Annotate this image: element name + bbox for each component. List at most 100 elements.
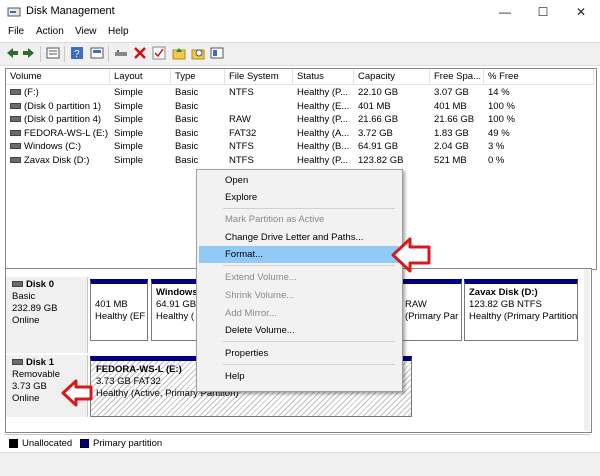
window-title: Disk Management xyxy=(26,5,115,17)
partition-disk0-4[interactable]: Zavax Disk (D:) 123.82 GB NTFS Healthy (… xyxy=(464,279,578,341)
cell-free-space: 401 MB xyxy=(434,100,467,112)
table-row[interactable]: Windows (C:) Simple Basic NTFS Healthy (… xyxy=(6,140,594,154)
table-row[interactable]: (Disk 0 partition 1) Simple Basic Health… xyxy=(6,100,594,114)
cell-layout: Simple xyxy=(114,114,144,125)
status-bar xyxy=(0,452,600,476)
list-view-icon[interactable] xyxy=(46,46,60,60)
menu-bar: File Action View Help xyxy=(0,24,600,42)
menu-item-format[interactable]: Format... xyxy=(199,246,399,263)
column-header-file-system[interactable]: File System xyxy=(225,69,293,85)
title-bar: Disk Management — ☐ ✕ xyxy=(0,0,600,24)
cell-file-system: NTFS xyxy=(229,154,254,166)
menu-item-explore[interactable]: Explore xyxy=(199,189,399,206)
menu-item-shrink-volume[interactable]: Shrink Volume... xyxy=(199,287,399,304)
check-icon[interactable] xyxy=(152,46,166,60)
vertical-scrollbar[interactable] xyxy=(584,269,590,431)
table-row[interactable]: (Disk 0 partition 4) Simple Basic RAW He… xyxy=(6,113,594,127)
menu-separator xyxy=(223,208,395,209)
table-row[interactable]: Zavax Disk (D:) Simple Basic NTFS Health… xyxy=(6,154,594,168)
column-header-volume[interactable]: Volume xyxy=(6,69,110,85)
minimize-button[interactable]: — xyxy=(486,0,524,24)
disk-status: Online xyxy=(12,315,40,326)
legend: Unallocated Primary partition xyxy=(5,434,590,451)
cell-file-system: FAT32 xyxy=(229,127,257,139)
volume-drive-icon xyxy=(10,156,21,163)
partition-disk0-3[interactable]: RAW (Primary Par xyxy=(400,279,462,341)
menu-separator xyxy=(223,341,395,342)
partition-size: 123.82 GB NTFS xyxy=(469,299,542,310)
toolbar: ? xyxy=(0,42,600,66)
menu-item-mark-active[interactable]: Mark Partition as Active xyxy=(199,211,399,228)
menu-item-add-mirror[interactable]: Add Mirror... xyxy=(199,305,399,322)
menu-item-properties[interactable]: Properties xyxy=(199,345,399,362)
close-button[interactable]: ✕ xyxy=(562,0,600,24)
annotation-arrow-disk1-icon xyxy=(61,379,93,407)
cell-volume: Windows (C:) xyxy=(24,141,82,152)
table-row[interactable]: FEDORA-WS-L (E:) Simple Basic FAT32 Heal… xyxy=(6,127,594,141)
volume-drive-icon xyxy=(10,116,21,123)
menu-item-delete-volume[interactable]: Delete Volume... xyxy=(199,322,399,339)
partition-name xyxy=(405,287,457,299)
menu-item-help[interactable]: Help xyxy=(199,368,399,385)
column-header-layout[interactable]: Layout xyxy=(110,69,171,85)
cell-status: Healthy (B... xyxy=(297,141,350,152)
column-header-capacity[interactable]: Capacity xyxy=(354,69,430,85)
column-header-percent-free[interactable]: % Free xyxy=(484,69,594,85)
menu-item-open[interactable]: Open xyxy=(199,172,399,189)
menu-item-change-drive-letter[interactable]: Change Drive Letter and Paths... xyxy=(199,229,399,246)
partition-name: Windows xyxy=(156,287,198,298)
disk-0-label[interactable]: Disk 0 Basic 232.89 GB Online xyxy=(6,277,88,353)
menu-action[interactable]: Action xyxy=(36,26,64,37)
search-icon[interactable] xyxy=(191,46,205,60)
cell-volume: Zavax Disk (D:) xyxy=(24,154,90,166)
column-header-type[interactable]: Type xyxy=(171,69,225,85)
menu-item-extend-volume[interactable]: Extend Volume... xyxy=(199,269,399,286)
volume-drive-icon xyxy=(10,102,21,109)
maximize-button[interactable]: ☐ xyxy=(524,0,562,24)
menu-help[interactable]: Help xyxy=(108,26,129,37)
cell-type: Basic xyxy=(175,141,199,152)
cell-file-system: NTFS xyxy=(229,87,254,98)
cell-free-space: 521 MB xyxy=(434,154,467,166)
menu-view[interactable]: View xyxy=(75,26,97,37)
cell-status: Healthy (P... xyxy=(297,87,349,98)
cell-type: Basic xyxy=(175,127,199,139)
menu-file[interactable]: File xyxy=(8,26,24,37)
partition-status: (Primary Par xyxy=(405,311,459,322)
properties-icon[interactable] xyxy=(90,46,104,60)
cell-free-space: 2.04 GB xyxy=(434,141,469,152)
view-icon[interactable] xyxy=(210,46,224,60)
cell-volume: (F:) xyxy=(24,87,39,98)
partition-name: Zavax Disk (D:) xyxy=(469,287,538,298)
column-header-free-space[interactable]: Free Spa... xyxy=(430,69,484,85)
partition-fs: RAW xyxy=(405,299,427,310)
folder-up-icon[interactable] xyxy=(172,46,186,60)
primary-partition-swatch xyxy=(80,439,89,448)
disk-management-icon xyxy=(7,7,21,17)
cell-layout: Simple xyxy=(114,141,144,152)
disk-size: 232.89 GB xyxy=(12,303,58,314)
cell-status: Healthy (P... xyxy=(297,114,349,125)
cell-layout: Simple xyxy=(114,154,144,166)
cell-free-space: 21.66 GB xyxy=(434,114,475,125)
volume-drive-icon xyxy=(10,89,21,96)
disk-name: Disk 0 xyxy=(26,279,54,290)
cell-capacity: 64.91 GB xyxy=(358,141,399,152)
help-icon[interactable]: ? xyxy=(70,46,84,60)
table-row[interactable]: (F:) Simple Basic NTFS Healthy (P... 22.… xyxy=(6,86,594,100)
svg-text:?: ? xyxy=(74,49,80,60)
back-icon[interactable] xyxy=(5,46,19,60)
partition-disk0-1[interactable]: 401 MB Healthy (EF xyxy=(90,279,148,341)
partition-size: 401 MB xyxy=(95,299,128,310)
delete-icon[interactable] xyxy=(133,46,147,60)
forward-icon[interactable] xyxy=(22,46,36,60)
connect-icon[interactable] xyxy=(114,46,128,60)
toolbar-separator xyxy=(40,46,41,62)
annotation-arrow-format-icon xyxy=(391,237,431,273)
cell-percent-free: 100 % xyxy=(488,114,515,125)
cell-capacity: 22.10 GB xyxy=(358,87,399,98)
column-header-status[interactable]: Status xyxy=(293,69,354,85)
cell-layout: Simple xyxy=(114,87,144,98)
cell-capacity: 21.66 GB xyxy=(358,114,399,125)
partition-status: Healthy ( xyxy=(156,311,195,322)
